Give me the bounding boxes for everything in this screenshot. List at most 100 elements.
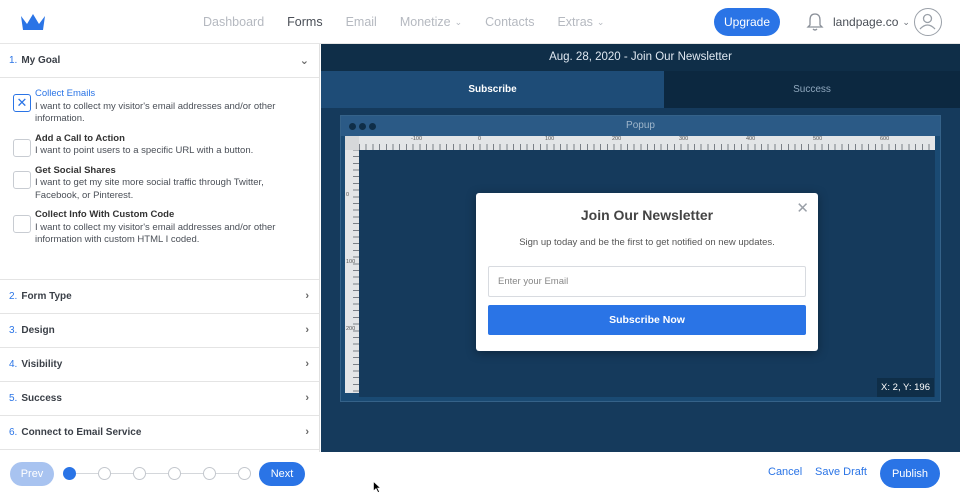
step-dot[interactable] bbox=[133, 467, 146, 480]
nav-item-label: Forms bbox=[287, 15, 323, 29]
next-button[interactable]: Next bbox=[259, 462, 305, 486]
user-avatar-icon bbox=[919, 13, 936, 30]
ruler-vertical: 0 100 200 bbox=[345, 136, 359, 393]
step-progress bbox=[63, 467, 251, 480]
goal-title: Collect Info With Custom Code bbox=[35, 209, 175, 220]
upgrade-button[interactable]: Upgrade bbox=[714, 8, 780, 36]
nav-item-dashboard[interactable]: Dashboard bbox=[203, 15, 264, 29]
goal-description: I want to collect my visitor's email add… bbox=[35, 100, 276, 125]
goal-option[interactable]: ✕ Collect Emails I want to collect my visi… bbox=[0, 88, 319, 126]
step-dot[interactable] bbox=[98, 467, 111, 480]
nav-item-label: Contacts bbox=[485, 15, 535, 29]
step-design[interactable]: 3. Design › bbox=[0, 314, 319, 348]
step-dot[interactable] bbox=[63, 467, 76, 480]
publish-button[interactable]: Publish bbox=[880, 459, 940, 488]
bell-icon[interactable] bbox=[806, 12, 824, 32]
crown-logo[interactable] bbox=[20, 13, 46, 31]
window-title: Popup bbox=[626, 120, 655, 131]
goal-text: Add a Call to Action I want to point user… bbox=[35, 133, 295, 158]
newsletter-popup: ✕ Join Our Newsletter Sign up today and … bbox=[476, 193, 818, 351]
goal-title: Add a Call to Action bbox=[35, 132, 125, 144]
step-dot[interactable] bbox=[168, 467, 181, 480]
step-connector bbox=[181, 473, 203, 474]
step-label: Form Type bbox=[21, 291, 72, 302]
goal-option[interactable]: Collect Info With Custom Code I want to c… bbox=[0, 209, 319, 247]
step-dot[interactable] bbox=[203, 467, 216, 480]
main-nav: Dashboard Forms Email Monetize ⌄ Contacts Extr… bbox=[203, 0, 627, 44]
step-number: 4. bbox=[9, 359, 18, 370]
checkbox[interactable] bbox=[13, 215, 31, 233]
ruler-tick-label: 600 bbox=[880, 136, 890, 142]
checkbox[interactable] bbox=[13, 170, 31, 189]
action-footer: Cancel Save Draft Publish bbox=[321, 452, 960, 494]
step-number: 1. bbox=[9, 55, 18, 66]
step-number: 5. bbox=[9, 393, 18, 404]
nav-item-extras[interactable]: Extras ⌄ bbox=[557, 15, 604, 29]
ruler-tick-label: 300 bbox=[679, 136, 689, 142]
goal-text: Collect Info With Custom Code I want to c… bbox=[35, 209, 295, 247]
checkbox[interactable] bbox=[13, 138, 31, 157]
step-label: Connect to Email Service bbox=[21, 427, 142, 438]
step-label: My Goal bbox=[21, 55, 61, 66]
goal-text: Collect Emails I want to collect my visit… bbox=[35, 88, 295, 126]
cancel-button[interactable]: Cancel bbox=[768, 466, 802, 478]
step-connector bbox=[216, 473, 238, 474]
step-connector bbox=[146, 473, 168, 474]
goal-text: Get Social Shares I want to get my site m… bbox=[35, 165, 295, 203]
preview-title: Aug. 28, 2020 - Join Our Newsletter bbox=[321, 44, 960, 71]
mouse-cursor-icon bbox=[373, 481, 381, 493]
step-success[interactable]: 5. Success › bbox=[0, 382, 319, 416]
ruler-tick-label: -100 bbox=[411, 136, 423, 142]
step-visibility[interactable]: 4. Visibility › bbox=[0, 348, 319, 382]
goal-description: I want to point users to a specific URL … bbox=[35, 145, 254, 156]
step-form-type[interactable]: 2. Form Type › bbox=[0, 280, 319, 314]
coordinates-readout: X: 2, Y: 196 bbox=[877, 378, 934, 397]
step-dot[interactable] bbox=[238, 467, 251, 480]
save-draft-button[interactable]: Save Draft bbox=[815, 466, 867, 478]
goal-option[interactable]: Get Social Shares I want to get my site m… bbox=[0, 165, 319, 203]
tab-success[interactable]: Success bbox=[664, 71, 960, 108]
ruler-tick-label: 400 bbox=[746, 136, 756, 142]
chevron-down-icon: ⌄ bbox=[299, 55, 309, 67]
nav-item-forms[interactable]: Forms bbox=[287, 15, 322, 29]
step-connect-to-email-service[interactable]: 6. Connect to Email Service › bbox=[0, 416, 319, 450]
subscribe-button[interactable]: Subscribe Now bbox=[488, 305, 806, 335]
chevron-down-icon: ⌄ bbox=[454, 16, 463, 27]
account-label: landpage.co bbox=[833, 15, 899, 29]
ruler-horizontal: -100 0 100 200 300 400 500 600 bbox=[359, 136, 935, 150]
step-label: Success bbox=[21, 393, 62, 404]
ruler-tick-label: 500 bbox=[813, 136, 823, 142]
account-menu[interactable]: landpage.co ⌄ bbox=[833, 15, 910, 29]
form-wizard-panel: 1. My Goal ⌄ ✕ Collect Emails I want to co… bbox=[0, 44, 320, 452]
goal-description: I want to get my site more social traffi… bbox=[35, 177, 264, 201]
checkbox-checked-icon[interactable]: ✕ bbox=[13, 94, 31, 112]
nav-item-monetize[interactable]: Monetize ⌄ bbox=[400, 15, 462, 29]
step-connector bbox=[111, 473, 133, 474]
ruler-tick-label: 200 bbox=[612, 136, 622, 142]
step-label: Visibility bbox=[21, 359, 63, 370]
chevron-down-icon: ⌄ bbox=[596, 16, 605, 27]
step-my-goal[interactable]: 1. My Goal ⌄ bbox=[0, 44, 319, 78]
nav-item-email[interactable]: Email bbox=[346, 15, 377, 29]
preview-tabs: Subscribe Success bbox=[321, 71, 960, 108]
ruler-tick-label: 200 bbox=[346, 326, 356, 332]
goal-options: ✕ Collect Emails I want to collect my visi… bbox=[0, 78, 319, 280]
goal-option[interactable]: Add a Call to Action I want to point user… bbox=[0, 133, 319, 158]
tab-subscribe[interactable]: Subscribe bbox=[321, 71, 664, 108]
nav-item-label: Extras bbox=[557, 15, 593, 29]
popup-title: Join Our Newsletter bbox=[580, 207, 714, 223]
prev-button[interactable]: Prev bbox=[10, 462, 54, 486]
popup-subtitle: Sign up today and be the first to get no… bbox=[519, 237, 775, 248]
ruler-tick-label: 0 bbox=[346, 192, 350, 198]
goal-title: Collect Emails bbox=[35, 88, 96, 99]
chevron-right-icon: › bbox=[305, 426, 309, 438]
nav-item-contacts[interactable]: Contacts bbox=[485, 15, 534, 29]
chevron-right-icon: › bbox=[305, 324, 309, 336]
chevron-right-icon: › bbox=[305, 290, 309, 302]
goal-title: Get Social Shares bbox=[35, 164, 116, 176]
avatar[interactable] bbox=[914, 8, 942, 36]
ruler-tick-label: 100 bbox=[346, 259, 356, 265]
nav-item-label: Dashboard bbox=[203, 15, 265, 29]
chevron-right-icon: › bbox=[305, 358, 309, 370]
email-field[interactable]: Enter your Email bbox=[488, 266, 806, 297]
